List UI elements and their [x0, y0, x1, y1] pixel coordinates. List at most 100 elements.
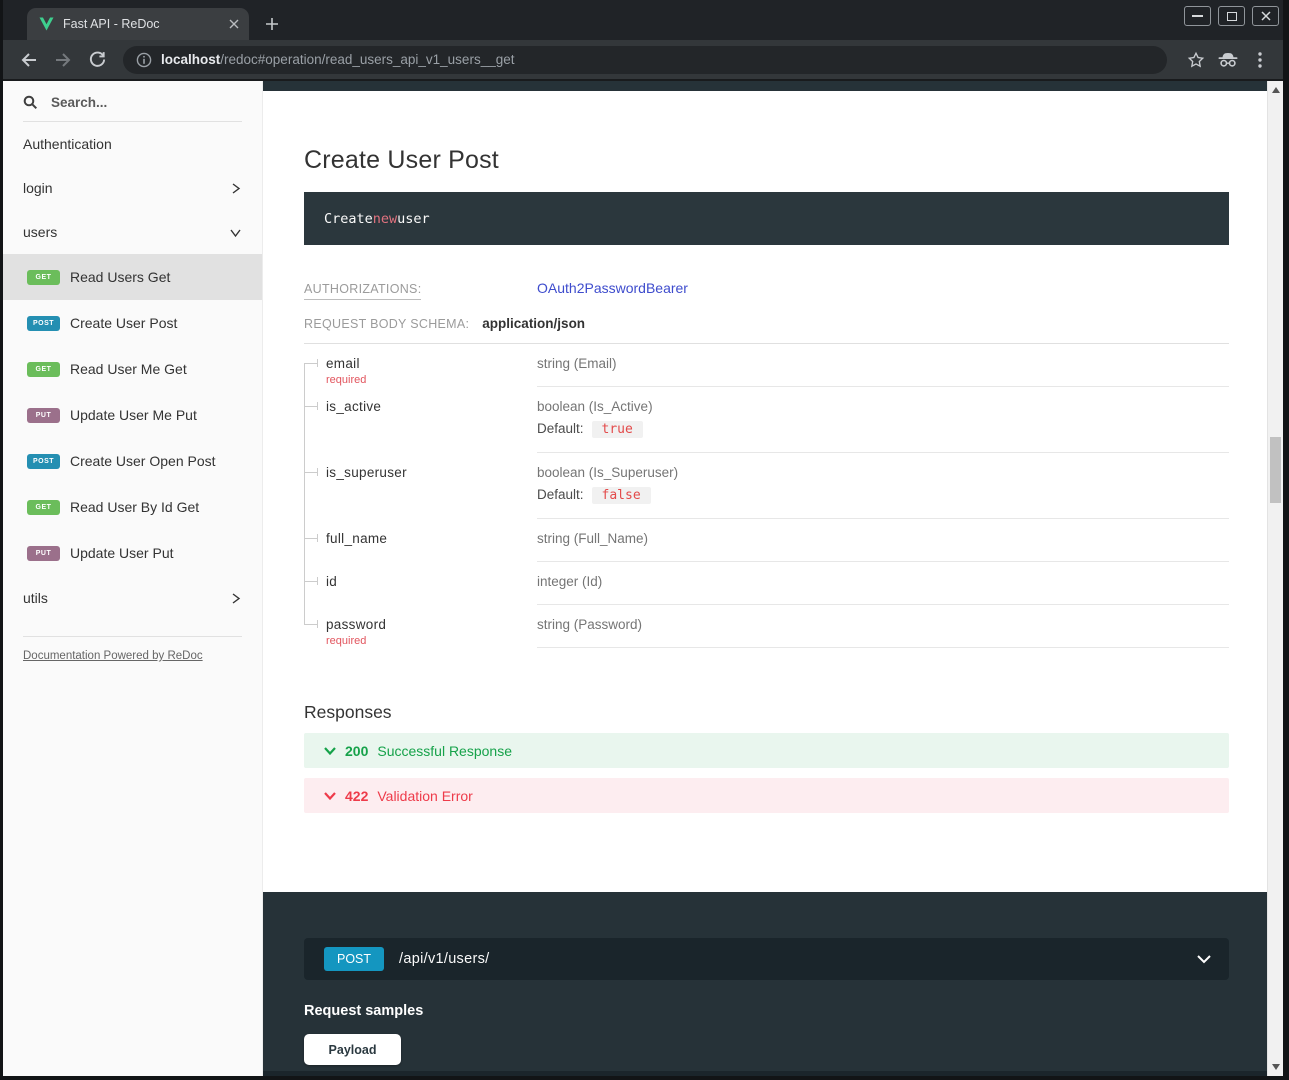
sidebar-op-read-user-me-get[interactable]: GET Read User Me Get [3, 346, 262, 392]
close-icon [1261, 11, 1271, 21]
sidebar-search [3, 81, 262, 111]
page-scrollbar[interactable] [1267, 81, 1283, 1076]
maximize-button[interactable] [1218, 6, 1245, 26]
chevron-down-icon [229, 226, 242, 239]
url-host: localhost [161, 52, 220, 67]
method-badge-put: PUT [27, 546, 60, 561]
method-badge-get: GET [27, 500, 60, 515]
tree-connector [304, 387, 326, 453]
method-badge-get: GET [27, 362, 60, 377]
url-bar[interactable]: localhost/redoc#operation/read_users_api… [123, 46, 1167, 74]
sidebar-item-users[interactable]: users [3, 210, 262, 254]
sidebar-item-utils[interactable]: utils [3, 576, 262, 620]
required-label: required [326, 374, 537, 386]
forward-button[interactable] [49, 46, 77, 74]
payload-tab[interactable]: Payload [304, 1034, 401, 1065]
method-badge-post: POST [27, 316, 60, 331]
sidebar-item-login[interactable]: login [3, 166, 262, 210]
request-body-label: REQUEST BODY SCHEMA: [304, 317, 469, 331]
chevron-down-icon [1197, 955, 1211, 964]
tab-close-icon[interactable] [229, 19, 239, 29]
field-row-is-active: is_active boolean (Is_Active) Default:tr… [304, 387, 1229, 453]
url-text: localhost/redoc#operation/read_users_api… [161, 51, 514, 69]
response-422[interactable]: 422 Validation Error [304, 778, 1229, 813]
chevron-right-icon [229, 592, 242, 605]
tree-connector [304, 605, 326, 648]
site-info-icon[interactable] [136, 52, 152, 68]
sidebar-op-label: Read Users Get [70, 269, 170, 285]
sidebar-op-label: Create User Post [70, 315, 177, 331]
browser-tab[interactable]: Fast API - ReDoc [27, 8, 249, 40]
sidebar-op-label: Update User Me Put [70, 407, 197, 423]
sidebar-op-label: Create User Open Post [70, 453, 216, 469]
browser-menu-button[interactable] [1247, 47, 1273, 73]
tree-connector [304, 453, 326, 519]
tree-connector [304, 562, 326, 605]
favicon-v-icon [39, 17, 54, 31]
minimize-button[interactable] [1184, 6, 1211, 26]
incognito-icon [1217, 51, 1239, 68]
browser-window: Fast API - ReDoc [0, 0, 1289, 1080]
code-text: user [397, 211, 430, 227]
code-text: Create [324, 211, 373, 227]
url-path: /redoc#operation/read_users_api_v1_users… [220, 52, 514, 67]
authorizations-row: AUTHORIZATIONS: OAuth2PasswordBearer [304, 280, 1229, 300]
close-button[interactable] [1252, 6, 1279, 26]
sidebar-op-label: Update User Put [70, 545, 174, 561]
endpoint-dropdown[interactable]: POST /api/v1/users/ [304, 938, 1229, 980]
sidebar-op-label: Read User Me Get [70, 361, 187, 377]
default-value: true [592, 421, 643, 438]
bookmark-star-button[interactable] [1183, 47, 1209, 73]
sidebar-item-label: login [23, 180, 53, 196]
field-type: string (Password) [537, 617, 642, 632]
response-code: 422 [345, 788, 368, 804]
field-row-email: email required string (Email) [304, 344, 1229, 387]
response-label: Validation Error [377, 788, 472, 804]
response-200[interactable]: 200 Successful Response [304, 733, 1229, 768]
operation-description-code: Create new user [304, 192, 1229, 245]
field-name: full_name [326, 531, 537, 546]
request-samples-heading: Request samples [304, 1003, 1267, 1019]
tree-connector [304, 519, 326, 562]
method-badge-get: GET [27, 270, 60, 285]
request-body-row: REQUEST BODY SCHEMA: application/json [304, 316, 1229, 344]
sidebar-op-create-user-post[interactable]: POST Create User Post [3, 300, 262, 346]
sidebar-op-read-user-by-id-get[interactable]: GET Read User By Id Get [3, 484, 262, 530]
sidebar-item-authentication[interactable]: Authentication [3, 122, 262, 166]
endpoint-path: /api/v1/users/ [399, 951, 1182, 967]
authorizations-link[interactable]: OAuth2PasswordBearer [537, 280, 688, 296]
page: Authentication login users GET Read User… [3, 81, 1283, 1076]
field-type: boolean (Is_Active) [537, 399, 653, 414]
redoc-footer: Documentation Powered by ReDoc [3, 637, 262, 675]
scrollbar-thumb[interactable] [1270, 437, 1281, 503]
field-name: password [326, 617, 537, 632]
method-badge-post: POST [27, 454, 60, 469]
tab-title: Fast API - ReDoc [63, 17, 220, 31]
chevron-down-icon [324, 747, 336, 755]
scroll-down-arrow[interactable] [1272, 1064, 1280, 1070]
back-button[interactable] [15, 46, 43, 74]
field-row-full-name: full_name string (Full_Name) [304, 519, 1229, 562]
new-tab-button[interactable] [265, 17, 279, 31]
window-controls [1184, 6, 1279, 26]
page-title: Create User Post [304, 146, 1267, 175]
field-name: id [326, 574, 537, 589]
sidebar-op-update-user-me-put[interactable]: PUT Update User Me Put [3, 392, 262, 438]
star-icon [1187, 51, 1205, 69]
field-type: string (Email) [537, 356, 617, 371]
scroll-up-arrow[interactable] [1272, 87, 1280, 93]
kebab-menu-icon [1258, 52, 1262, 68]
field-type: integer (Id) [537, 574, 602, 589]
search-input[interactable] [49, 94, 209, 111]
reload-button[interactable] [83, 46, 111, 74]
method-badge-put: PUT [27, 408, 60, 423]
sidebar-op-read-users-get[interactable]: GET Read Users Get [3, 254, 262, 300]
field-name: email [326, 356, 537, 371]
minimize-icon [1192, 15, 1203, 17]
chevron-right-icon [229, 182, 242, 195]
tree-connector [304, 344, 326, 387]
redoc-footer-link[interactable]: Documentation Powered by ReDoc [23, 650, 203, 662]
field-default: Default:true [537, 421, 1229, 437]
sidebar-op-update-user-put[interactable]: PUT Update User Put [3, 530, 262, 576]
sidebar-op-create-user-open-post[interactable]: POST Create User Open Post [3, 438, 262, 484]
